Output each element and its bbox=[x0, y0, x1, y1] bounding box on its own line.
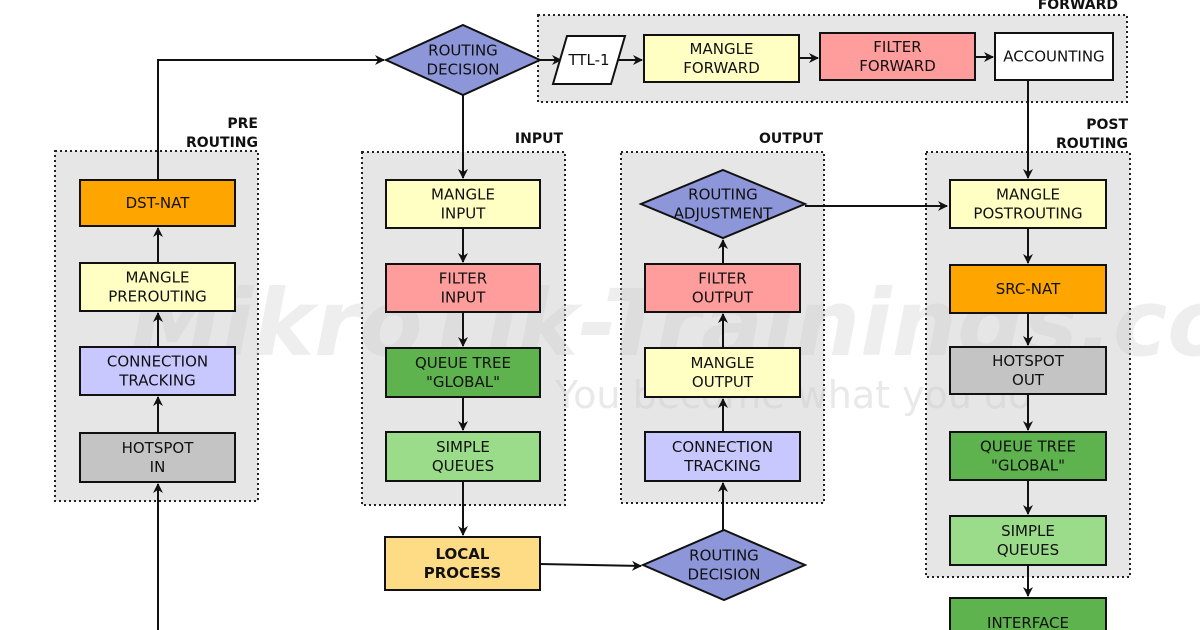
accounting-node: ACCOUNTING bbox=[994, 32, 1114, 81]
forward-label: FORWARD bbox=[1038, 0, 1118, 13]
simple-queues-post-label: SIMPLE QUEUES bbox=[997, 522, 1059, 559]
src-nat-node: SRC-NAT bbox=[949, 264, 1107, 314]
src-nat-label: SRC-NAT bbox=[996, 280, 1061, 298]
routing-decision-bottom-label: ROUTING DECISION bbox=[688, 547, 761, 584]
ttl-label: TTL-1 bbox=[567, 51, 609, 69]
routing-decision-bottom-node: ROUTING DECISION bbox=[640, 528, 808, 602]
conn-tracking-out-node: CONNECTION TRACKING bbox=[644, 431, 801, 482]
dst-nat-label: DST-NAT bbox=[126, 194, 191, 212]
queue-tree-post-node: QUEUE TREE "GLOBAL" bbox=[949, 431, 1107, 481]
mangle-forward-node: MANGLE FORWARD bbox=[643, 34, 800, 83]
routing-decision-top-label: ROUTING DECISION bbox=[427, 42, 500, 79]
filter-output-label: FILTER OUTPUT bbox=[692, 270, 754, 307]
queue-tree-input-label: QUEUE TREE "GLOBAL" bbox=[415, 354, 511, 391]
simple-queues-input-label: SIMPLE QUEUES bbox=[432, 438, 494, 475]
mangle-postrouting-node: MANGLE POSTROUTING bbox=[949, 179, 1107, 229]
mangle-prerouting-node: MANGLE PREROUTING bbox=[79, 262, 236, 312]
output-label: OUTPUT bbox=[759, 131, 823, 147]
hotspot-out-node: HOTSPOT OUT bbox=[949, 346, 1107, 395]
filter-output-node: FILTER OUTPUT bbox=[644, 263, 801, 313]
input-label: INPUT bbox=[515, 131, 564, 147]
conn-tracking-pre-label: CONNECTION TRACKING bbox=[107, 353, 208, 390]
local-process-node: LOCAL PROCESS bbox=[384, 536, 541, 591]
filter-input-node: FILTER INPUT bbox=[385, 263, 541, 313]
hotspot-in-node: HOTSPOT IN bbox=[79, 432, 236, 483]
conn-tracking-out-label: CONNECTION TRACKING bbox=[672, 438, 773, 475]
simple-queues-input-node: SIMPLE QUEUES bbox=[385, 431, 541, 482]
accounting-label: ACCOUNTING bbox=[1003, 48, 1104, 66]
filter-forward-node: FILTER FORWARD bbox=[819, 32, 976, 81]
prerouting-label: PRE ROUTING bbox=[186, 116, 258, 151]
queue-tree-input-node: QUEUE TREE "GLOBAL" bbox=[385, 347, 541, 398]
packet-flow-diagram: MikroTik-Trainings.com You become what y… bbox=[54, 0, 1200, 630]
mangle-forward-label: MANGLE FORWARD bbox=[683, 40, 760, 77]
interface-node: INTERFACE bbox=[949, 597, 1107, 630]
postrouting-label: POST ROUTING bbox=[1056, 117, 1128, 152]
filter-input-label: FILTER INPUT bbox=[439, 270, 487, 307]
queue-tree-post-label: QUEUE TREE "GLOBAL" bbox=[980, 438, 1076, 475]
mangle-output-label: MANGLE OUTPUT bbox=[691, 354, 755, 391]
mangle-input-label: MANGLE INPUT bbox=[431, 186, 495, 223]
conn-tracking-pre-node: CONNECTION TRACKING bbox=[79, 346, 236, 396]
mangle-input-node: MANGLE INPUT bbox=[385, 179, 541, 229]
edge-local-process-to-routing bbox=[539, 560, 642, 571]
interface-label: INTERFACE bbox=[987, 614, 1069, 630]
routing-decision-top-node: ROUTING DECISION bbox=[383, 23, 543, 97]
mangle-output-node: MANGLE OUTPUT bbox=[644, 347, 801, 398]
simple-queues-post-node: SIMPLE QUEUES bbox=[949, 515, 1107, 566]
dst-nat-node: DST-NAT bbox=[79, 179, 236, 227]
